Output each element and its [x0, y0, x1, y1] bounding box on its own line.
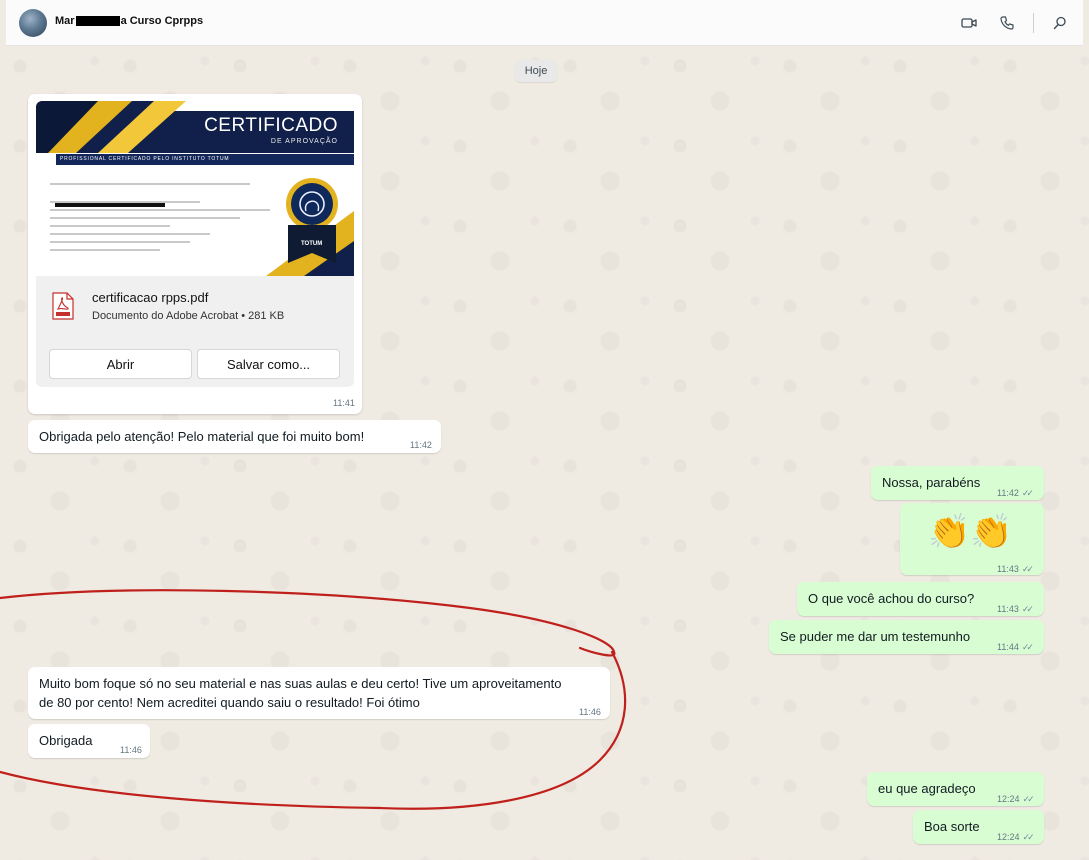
incoming-message[interactable]: Obrigada pelo atenção! Pelo material que… [28, 420, 441, 453]
message-text: Obrigada [39, 733, 93, 748]
certificate-title: CERTIFICADO [204, 115, 338, 136]
certificate-band-text: PROFISSIONAL CERTIFICADO PELO INSTITUTO … [60, 156, 230, 162]
contact-name-start: Mar [55, 15, 75, 27]
message-time: 11:46 [120, 745, 142, 755]
video-call-icon[interactable] [960, 14, 978, 32]
message-status: 11:44 ✓✓ [997, 638, 1034, 657]
header-divider [1033, 13, 1034, 33]
message-time: 11:41 [333, 398, 355, 408]
file-message[interactable]: CERTIFICADO DE APROVAÇÃO PROFISSIONAL CE… [28, 94, 362, 414]
contact-name-end: a Curso Cprpps [120, 15, 204, 27]
message-text: Obrigada pelo atenção! Pelo material que… [39, 429, 365, 444]
save-as-button[interactable]: Salvar como... [197, 349, 340, 379]
pdf-file-icon [52, 292, 74, 320]
double-check-icon: ✓✓ [1021, 564, 1034, 574]
double-check-icon: ✓✓ [1022, 832, 1035, 842]
outgoing-message[interactable]: Nossa, parabéns 11:42 ✓✓ [871, 466, 1044, 500]
search-icon[interactable] [1051, 14, 1069, 32]
message-status: 12:24 ✓✓ [997, 828, 1035, 847]
avatar[interactable] [19, 9, 47, 37]
voice-call-icon[interactable] [998, 14, 1016, 32]
file-preview-container: CERTIFICADO DE APROVAÇÃO PROFISSIONAL CE… [36, 101, 354, 387]
outgoing-message[interactable]: 👏👏 11:43 ✓✓ [900, 503, 1044, 575]
seal-label: TOTUM [301, 241, 323, 247]
message-time: 11:43 [997, 564, 1019, 574]
outgoing-message[interactable]: Boa sorte 12:24 ✓✓ [913, 810, 1044, 844]
message-status: 11:42 ✓✓ [997, 484, 1034, 503]
chat-header: Mar a Curso Cprpps [6, 0, 1083, 46]
file-info-row[interactable]: certificacao rpps.pdf Documento do Adobe… [36, 276, 354, 336]
file-meta: Documento do Adobe Acrobat • 281 KB [92, 310, 285, 322]
message-text: Boa sorte [924, 819, 980, 834]
certificate-subtitle: DE APROVAÇÃO [270, 138, 338, 145]
message-text: Nossa, parabéns [882, 475, 981, 490]
double-check-icon: ✓✓ [1021, 488, 1034, 498]
message-status: 11:43 ✓✓ [997, 560, 1034, 579]
message-text: O que você achou do curso? [808, 591, 975, 606]
outgoing-message[interactable]: Se puder me dar um testemunho 11:44 ✓✓ [769, 620, 1044, 654]
double-check-icon: ✓✓ [1022, 794, 1035, 804]
double-check-icon: ✓✓ [1021, 604, 1034, 614]
outgoing-message[interactable]: eu que agradeço 12:24 ✓✓ [867, 772, 1044, 806]
message-time: 12:24 [997, 832, 1020, 842]
file-name: certificacao rpps.pdf [92, 290, 209, 305]
incoming-message[interactable]: Obrigada 11:46 [28, 724, 150, 758]
message-status: 12:24 ✓✓ [997, 790, 1035, 809]
message-text: eu que agradeço [878, 781, 976, 796]
message-text: Se puder me dar um testemunho [780, 629, 971, 644]
message-text-line-2: de 80 por cento! Nem acreditei quando sa… [39, 695, 420, 710]
date-separator: Hoje [515, 60, 557, 82]
incoming-message[interactable]: Muito bom foque só no seu material e nas… [28, 667, 610, 719]
open-file-button[interactable]: Abrir [49, 349, 192, 379]
contact-name[interactable]: Mar a Curso Cprpps [55, 15, 203, 27]
double-check-icon: ✓✓ [1021, 642, 1034, 652]
message-time: 11:44 [997, 642, 1019, 652]
message-time: 11:42 [997, 488, 1019, 498]
message-text: Muito bom foque só no seu material e nas… [39, 674, 561, 712]
certificate-text-lines [50, 183, 278, 257]
message-status: 11:43 ✓✓ [997, 600, 1034, 619]
message-time: 11:42 [410, 440, 432, 450]
outgoing-message[interactable]: O que você achou do curso? 11:43 ✓✓ [797, 582, 1044, 616]
message-time: 11:46 [579, 707, 601, 717]
clapping-hands-emoji: 👏👏 [928, 513, 1013, 551]
redaction-mark [75, 16, 120, 27]
message-time: 11:43 [997, 604, 1019, 614]
message-text-line-1: Muito bom foque só no seu material e nas… [39, 676, 562, 691]
certificate-preview[interactable]: CERTIFICADO DE APROVAÇÃO PROFISSIONAL CE… [36, 101, 354, 276]
message-time: 12:24 [997, 794, 1020, 804]
